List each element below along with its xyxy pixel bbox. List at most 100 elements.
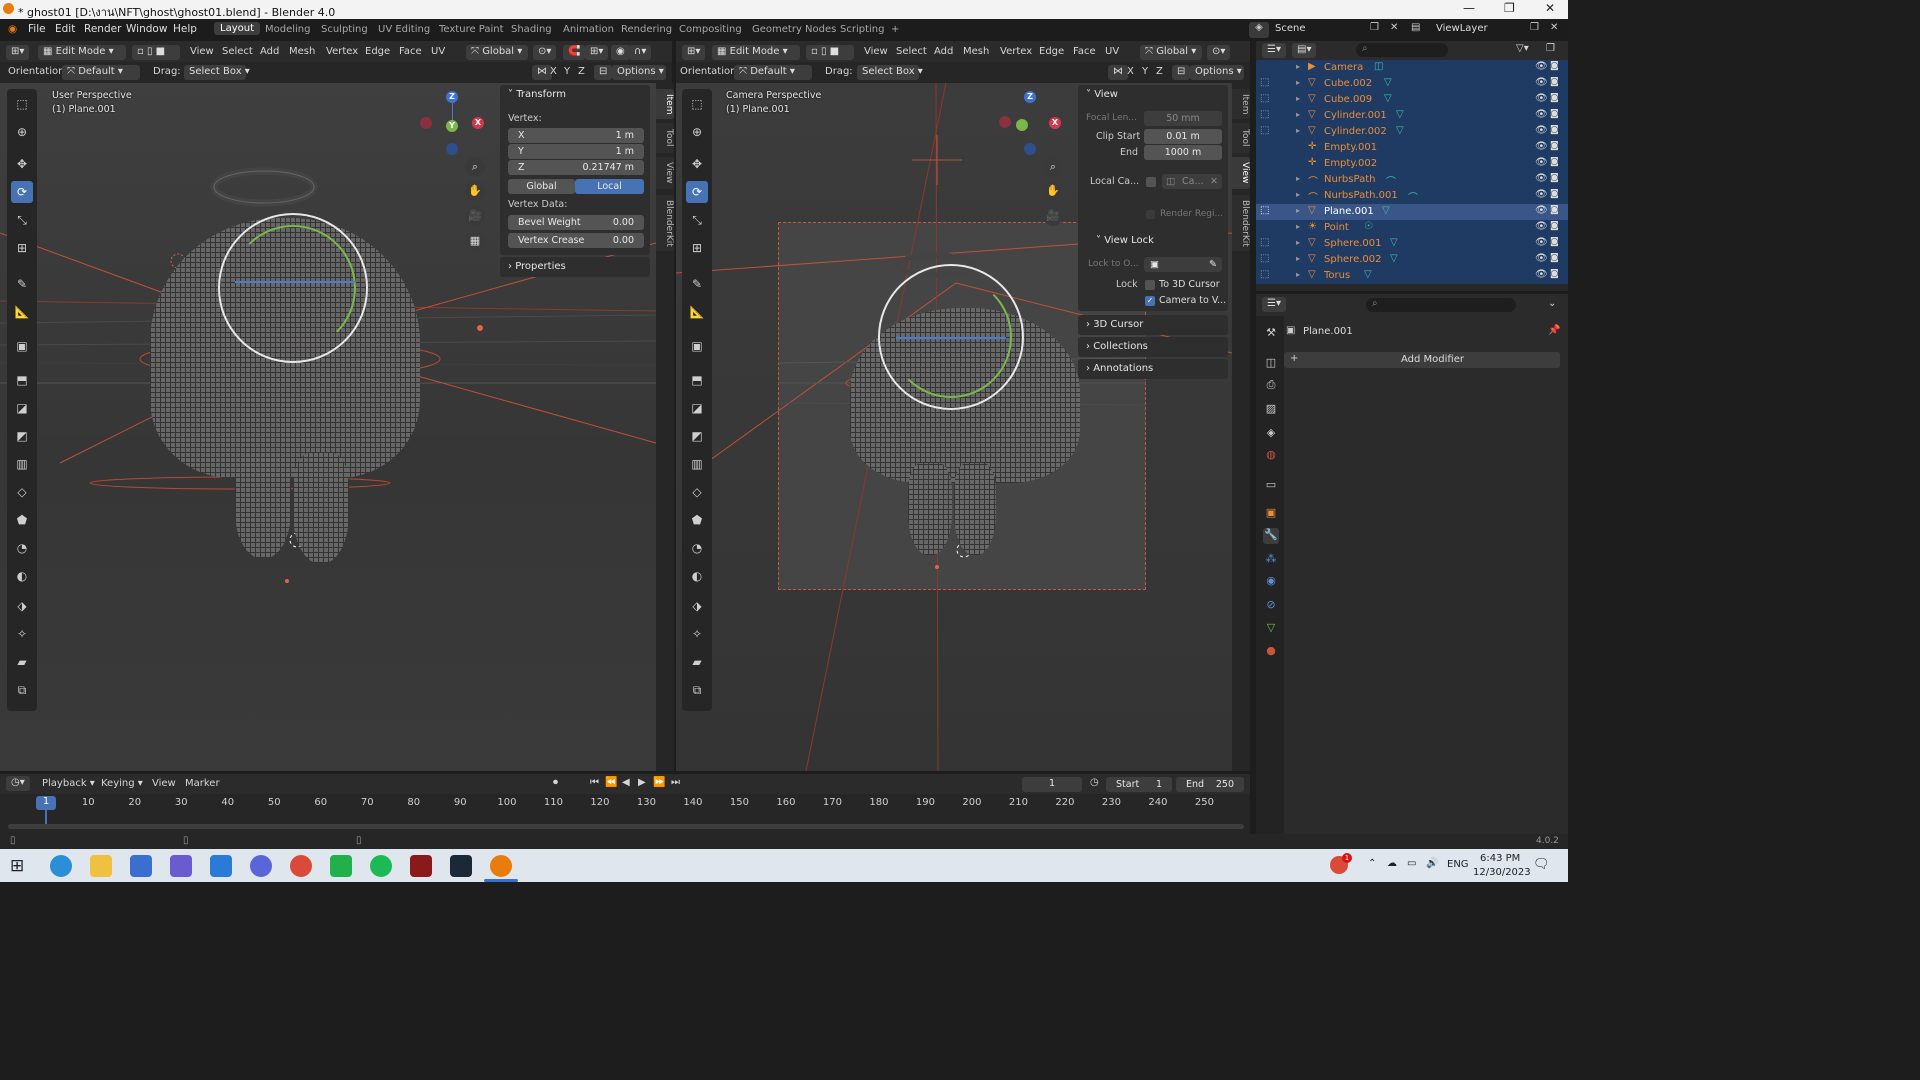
app-red-icon[interactable] (410, 855, 432, 877)
visibility-eye-icon[interactable]: 👁 (1535, 61, 1548, 72)
nav-gizmo-neg-z-icon[interactable] (1024, 143, 1036, 155)
visibility-eye-icon[interactable]: 👁 (1535, 109, 1548, 120)
orientation-dropdown[interactable]: ⤧ Default ▾ (734, 65, 812, 80)
sidebar-tab-blenderkit[interactable]: BlenderKit (656, 195, 674, 251)
edit-mode-toggle-icon[interactable]: ⬚ (1260, 77, 1269, 88)
render-camera-icon[interactable]: ◙ (1550, 237, 1559, 247)
smooth-tool-icon[interactable]: ◐ (11, 565, 33, 587)
properties-search-input[interactable]: ⌕ (1366, 298, 1516, 312)
outliner-row-empty-001[interactable]: ✛ Empty.001 👁 ◙ (1256, 140, 1568, 156)
spin-tool-icon[interactable]: ◔ (11, 537, 33, 559)
file-explorer-icon[interactable] (90, 855, 112, 877)
expand-icon[interactable]: ▸ (1296, 110, 1300, 119)
select-mode-buttons[interactable]: ▫ ▯ ■ (132, 45, 180, 60)
display-mode-icon[interactable]: ▤▾ (1292, 43, 1317, 58)
workspace-tab-geometry-nodes[interactable]: Geometry Nodes (752, 24, 836, 35)
nav-gizmo-neg-z-icon[interactable] (446, 143, 458, 155)
play-icon[interactable]: ▶ (638, 777, 646, 788)
global-toggle[interactable]: Global (508, 179, 575, 194)
smooth-tool-icon[interactable]: ◐ (686, 565, 708, 587)
maximize-button[interactable]: ❐ (1504, 1, 1515, 15)
outliner-row-sphere-001[interactable]: ⬚ ▸ ▽ Sphere.001 ▽ 👁 ◙ (1256, 236, 1568, 252)
shrink-fatten-tool-icon[interactable]: ✧ (686, 623, 708, 645)
orientation-dropdown[interactable]: ⤧ Default ▾ (62, 65, 140, 80)
close-button[interactable]: ✕ (1545, 1, 1555, 15)
view-panel-title[interactable]: ˅ View (1086, 89, 1118, 100)
clip-end-field[interactable]: 1000 m (1144, 145, 1222, 160)
eyedropper-icon[interactable]: ✎ (1209, 259, 1217, 270)
extrude-tool-icon[interactable]: ⬒ (686, 369, 708, 391)
visibility-eye-icon[interactable]: 👁 (1535, 237, 1548, 248)
visibility-eye-icon[interactable]: 👁 (1535, 253, 1548, 264)
nav-gizmo-neg-x-icon[interactable] (999, 116, 1011, 128)
expand-icon[interactable]: ▸ (1296, 206, 1300, 215)
add-workspace-icon[interactable]: + (891, 24, 899, 35)
outliner-row-cube-009[interactable]: ⬚ ▸ ▽ Cube.009 ▽ 👁 ◙ (1256, 92, 1568, 108)
auto-merge-icon[interactable]: ⊟ (594, 65, 613, 80)
edit-mode-toggle-icon[interactable]: ⬚ (1260, 253, 1269, 264)
edit-mode-toggle-icon[interactable]: ⬚ (1260, 109, 1269, 120)
options-dropdown[interactable]: Options ▾ (612, 65, 666, 80)
timeline-menu-playback[interactable]: Playback ▾ (42, 778, 95, 789)
render-camera-icon[interactable]: ◙ (1550, 61, 1559, 71)
transform-orientation-dropdown[interactable]: ⤧ Global ▾ (1140, 45, 1202, 60)
render-tab-icon[interactable]: ◫ (1263, 356, 1279, 372)
volume-icon[interactable]: 🔊 (1426, 858, 1438, 869)
new-view-layer-icon[interactable]: ❐ (1530, 22, 1539, 33)
header-menu-mesh[interactable]: Mesh (963, 46, 989, 57)
render-camera-icon[interactable]: ◙ (1550, 253, 1559, 263)
scene-tab-icon[interactable]: ◈ (1263, 426, 1279, 442)
axis-z-toggle[interactable]: Z (1156, 66, 1163, 77)
mode-dropdown[interactable]: ▦ Edit Mode ▾ (712, 45, 800, 60)
workspace-tab-sculpting[interactable]: Sculpting (321, 24, 368, 35)
vertex-x-field[interactable]: X 1 m (508, 128, 644, 143)
rotate-tool-icon[interactable]: ⟳ (686, 181, 708, 203)
header-menu-uv[interactable]: UV (431, 46, 445, 57)
mode-dropdown[interactable]: ▦ Edit Mode ▾ (38, 45, 126, 60)
knife-tool-icon[interactable]: ◇ (686, 481, 708, 503)
cursor-tool-icon[interactable]: ⊕ (11, 121, 33, 143)
left-3d-viewport[interactable]: User Perspective (1) Plane.001 ⬚ ⊕ ✥ ⟳ ⤡… (0, 83, 656, 771)
clip-start-field[interactable]: 0.01 m (1144, 129, 1222, 144)
outliner-row-point[interactable]: ▸ ☀ Point ☉ 👁 ◙ (1256, 220, 1568, 236)
perspective-grid-icon[interactable]: ▦ (465, 231, 485, 251)
outliner-row-torus[interactable]: ⬚ ▸ ▽ Torus ▽ 👁 ◙ (1256, 268, 1568, 284)
header-menu-select[interactable]: Select (222, 46, 253, 57)
visibility-eye-icon[interactable]: 👁 (1535, 221, 1548, 232)
render-camera-icon[interactable]: ◙ (1550, 189, 1559, 199)
header-menu-vertex[interactable]: Vertex (326, 46, 358, 57)
poly-build-tool-icon[interactable]: ⬟ (686, 509, 708, 531)
rotate-tool-icon[interactable]: ⟳ (11, 181, 33, 203)
view-layer-icon[interactable]: ▤ (1411, 22, 1420, 33)
annotate-tool-icon[interactable]: ✎ (686, 273, 708, 295)
menu-file[interactable]: File (28, 23, 46, 35)
header-menu-view[interactable]: View (190, 46, 214, 57)
end-frame-field[interactable]: End 250 (1176, 777, 1244, 792)
vertex-y-field[interactable]: Y 1 m (508, 144, 644, 159)
header-menu-face[interactable]: Face (399, 46, 422, 57)
select-box-tool-icon[interactable]: ⬚ (11, 93, 33, 115)
properties-panel[interactable]: › Properties (500, 257, 650, 277)
render-camera-icon[interactable]: ◙ (1550, 157, 1559, 167)
render-camera-icon[interactable]: ◙ (1550, 269, 1559, 279)
timeline-menu-keying[interactable]: Keying ▾ (101, 778, 143, 789)
expand-icon[interactable]: ▸ (1296, 270, 1300, 279)
workspace-tab-compositing[interactable]: Compositing (679, 24, 742, 35)
line-icon[interactable] (330, 855, 352, 877)
annotate-tool-icon[interactable]: ✎ (11, 273, 33, 295)
pin-icon[interactable]: 📌 (1548, 325, 1560, 336)
filter-icon[interactable]: ▽▾ (1516, 43, 1529, 54)
move-tool-icon[interactable]: ✥ (686, 153, 708, 175)
header-menu-vertex[interactable]: Vertex (1000, 46, 1032, 57)
timeline-menu-view[interactable]: View (152, 778, 176, 789)
next-keyframe-icon[interactable]: ⏩ (653, 777, 665, 788)
visibility-eye-icon[interactable]: 👁 (1535, 141, 1548, 152)
collection-tab-icon[interactable]: ▭ (1263, 478, 1279, 494)
outliner-row-sphere-002[interactable]: ⬚ ▸ ▽ Sphere.002 ▽ 👁 ◙ (1256, 252, 1568, 268)
sidebar-tab-item[interactable]: Item (656, 89, 674, 119)
delete-scene-icon[interactable]: ✕ (1390, 22, 1398, 33)
visibility-eye-icon[interactable]: 👁 (1535, 269, 1548, 280)
nav-gizmo-z-icon[interactable]: Z (446, 91, 458, 103)
outliner-row-plane-001-active[interactable]: ⬚ ▸ ▽ Plane.001 ▽ 👁 ◙ (1256, 204, 1568, 220)
rip-tool-icon[interactable]: ⧉ (686, 679, 708, 701)
